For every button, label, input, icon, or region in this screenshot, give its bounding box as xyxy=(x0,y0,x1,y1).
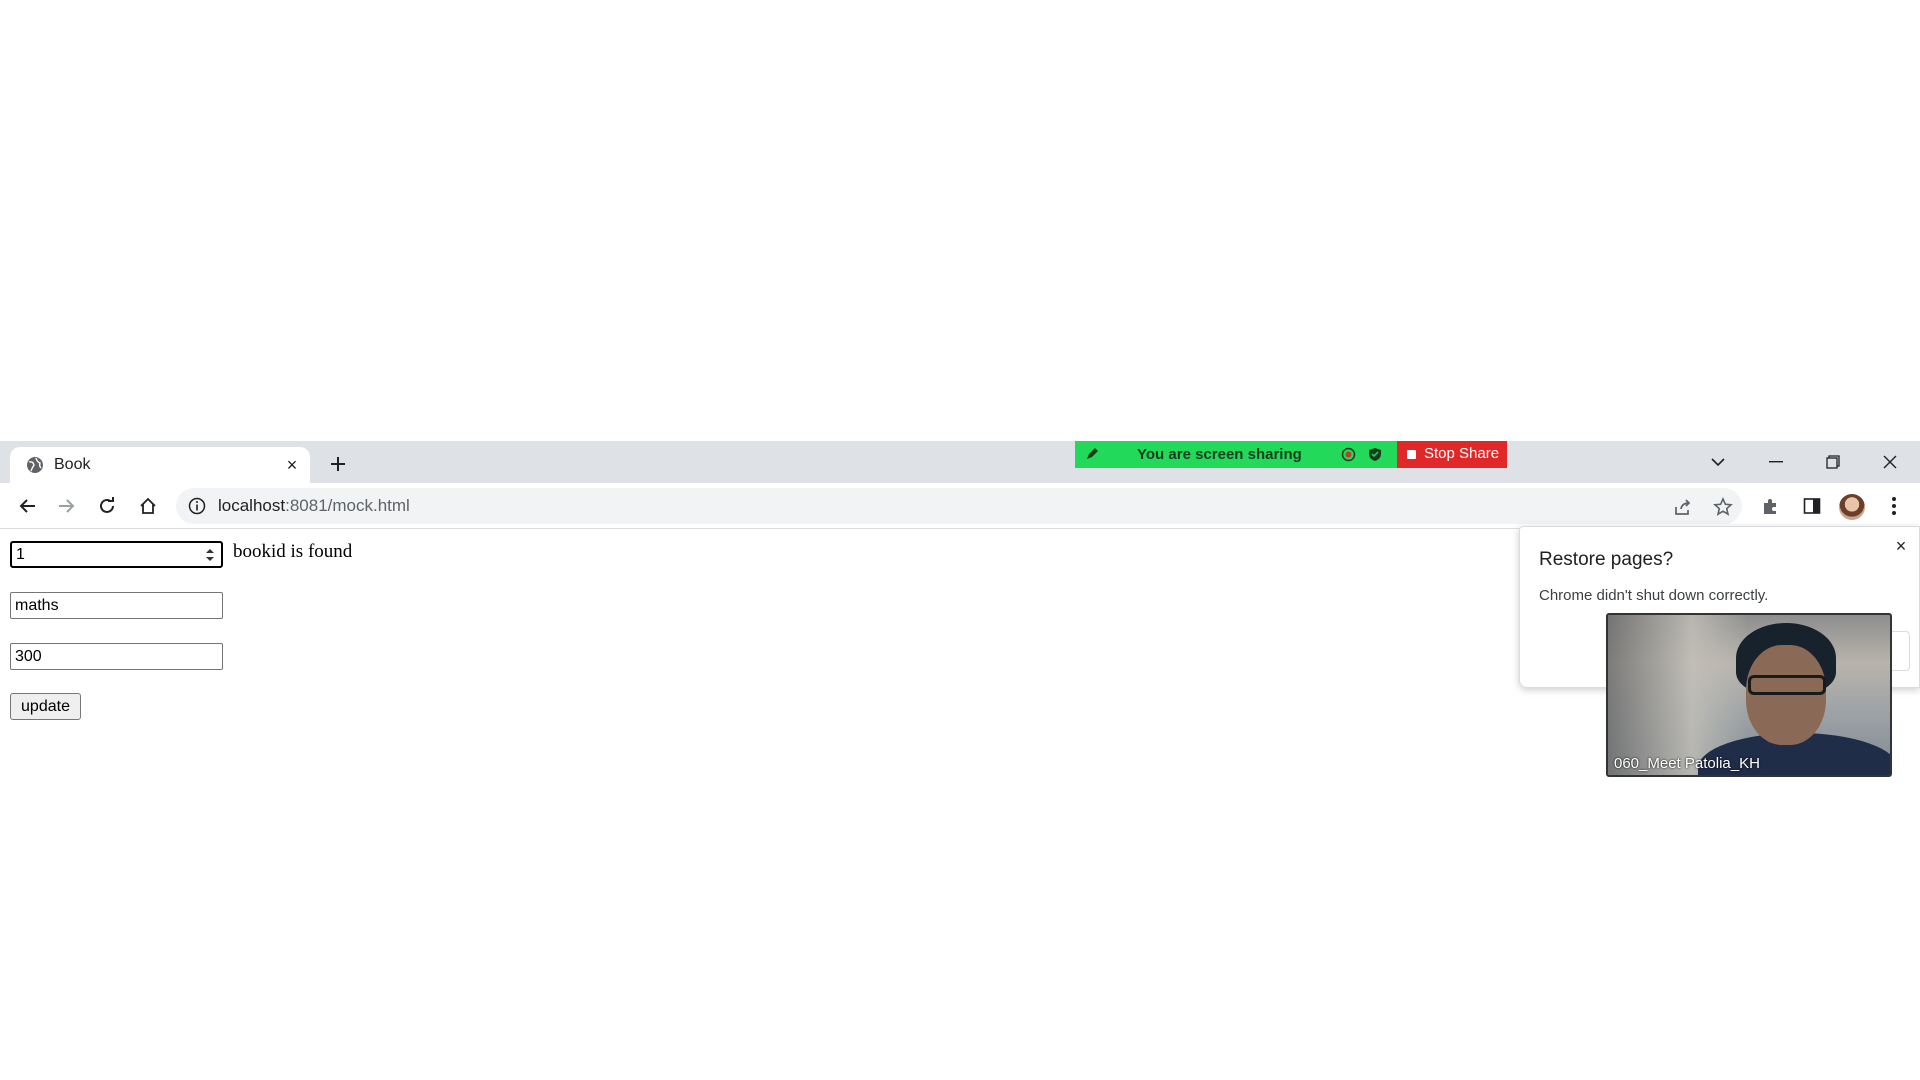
stop-share-label: Stop Share xyxy=(1424,445,1500,462)
screen-share-status: You are screen sharing xyxy=(1075,441,1397,468)
home-icon[interactable] xyxy=(133,491,163,521)
bookid-row: bookid is found xyxy=(10,541,410,571)
share-icon[interactable] xyxy=(1672,496,1694,518)
restore-dialog-message: Chrome didn't shut down correctly. xyxy=(1539,587,1769,604)
screen-share-text: You are screen sharing xyxy=(1137,446,1302,463)
stop-share-button[interactable]: Stop Share xyxy=(1397,441,1507,468)
participant-name: 060_Meet Patolia_KH xyxy=(1614,755,1760,772)
screen-share-bar: You are screen sharing Stop Share xyxy=(1075,441,1507,468)
address-bar[interactable]: localhost:8081/mock.html xyxy=(176,488,1742,524)
record-icon[interactable] xyxy=(1341,447,1356,462)
minimize-icon[interactable] xyxy=(1756,447,1796,477)
annotate-icon[interactable] xyxy=(1085,447,1099,461)
participant-glasses xyxy=(1748,675,1826,695)
browser-toolbar: localhost:8081/mock.html xyxy=(0,483,1920,529)
participant-face xyxy=(1746,645,1826,745)
title-input[interactable] xyxy=(10,592,223,619)
profile-avatar[interactable] xyxy=(1839,494,1865,520)
title-row xyxy=(10,592,223,619)
tab-title: Book xyxy=(54,456,91,473)
back-icon[interactable] xyxy=(12,491,42,521)
tab-close-icon[interactable]: × xyxy=(282,455,302,475)
extensions-icon[interactable] xyxy=(1758,493,1784,519)
spinner-icon[interactable] xyxy=(204,547,216,563)
url-path: :8081/mock.html xyxy=(285,496,410,515)
side-panel-icon[interactable] xyxy=(1799,493,1825,519)
url-host: localhost xyxy=(218,496,286,515)
shield-icon[interactable] xyxy=(1368,447,1382,462)
participant-video[interactable]: 060_Meet Patolia_KH xyxy=(1606,613,1892,777)
tab-strip: Book × You are screen sharing Stop Share xyxy=(0,441,1920,483)
url-text[interactable]: localhost:8081/mock.html xyxy=(218,496,410,516)
price-input[interactable] xyxy=(10,643,223,670)
bookid-found-message: bookid is found xyxy=(233,541,353,562)
tab-search-icon[interactable] xyxy=(1698,447,1738,477)
globe-icon xyxy=(27,457,43,473)
bookid-input[interactable] xyxy=(10,541,223,568)
update-button[interactable]: update xyxy=(10,693,81,720)
stop-icon xyxy=(1407,450,1416,459)
new-tab-icon[interactable] xyxy=(324,450,352,478)
restore-dialog-title: Restore pages? xyxy=(1539,549,1674,570)
forward-icon[interactable] xyxy=(52,491,82,521)
restore-dialog-close-icon[interactable]: × xyxy=(1890,535,1912,557)
close-window-icon[interactable] xyxy=(1870,447,1910,477)
info-icon[interactable] xyxy=(188,497,206,515)
menu-icon[interactable] xyxy=(1881,493,1907,519)
price-row xyxy=(10,643,223,670)
tab-book[interactable]: Book × xyxy=(10,447,310,483)
update-row: update xyxy=(10,693,81,720)
reload-icon[interactable] xyxy=(92,491,122,521)
star-icon[interactable] xyxy=(1712,496,1734,518)
restore-window-icon[interactable] xyxy=(1813,447,1853,477)
